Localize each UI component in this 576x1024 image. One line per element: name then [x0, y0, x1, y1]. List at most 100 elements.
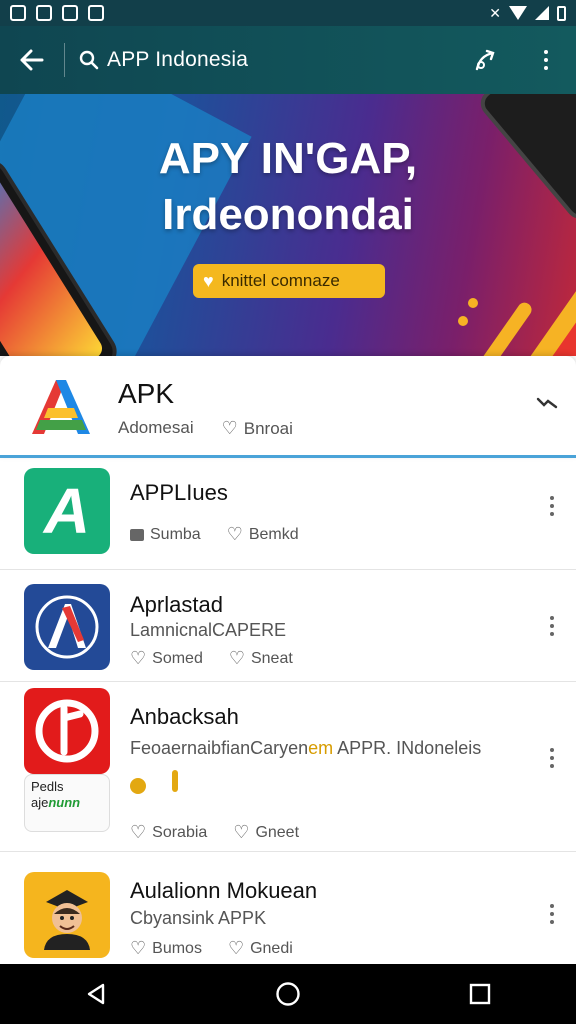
nav-home-button[interactable]: [258, 964, 318, 1024]
subtitle-main: FeoaernaibfianCaryen: [130, 738, 309, 758]
heart-outline-icon: ♡: [130, 938, 147, 958]
tag-icon: [130, 528, 144, 541]
overflow-menu-button[interactable]: [516, 26, 576, 94]
app-subtitle: Cbyansink APPK: [130, 908, 267, 928]
avatar-icon: [24, 872, 110, 958]
app-list: A APPLIues Sumba ♡ Bemkd Aprlastad Lamnic…: [0, 458, 576, 972]
more-vert-icon: [550, 904, 554, 924]
featured-meta-right-wrap: ♡ Bnroai: [222, 418, 293, 439]
app-icon: A: [24, 468, 110, 554]
item-more-button[interactable]: [550, 496, 554, 516]
home-circle-icon: [276, 982, 300, 1006]
app-icon: [24, 584, 110, 670]
recents-square-icon: [469, 983, 491, 1005]
heart-outline-icon: ♡: [233, 822, 250, 842]
subtitle-tail: APPR. INdoneleis: [337, 738, 482, 758]
app-icon: [24, 688, 110, 774]
expand-button[interactable]: [536, 392, 558, 415]
system-nav-bar: [0, 964, 576, 1024]
notification-icon: [62, 5, 78, 21]
back-button[interactable]: [0, 26, 64, 94]
featured-meta: Adomesai ♡ Bnroai: [118, 418, 293, 439]
meta-left: Sumba: [150, 525, 201, 543]
letter-a-icon: A: [24, 468, 110, 554]
search-field[interactable]: APP Indonesia: [65, 26, 456, 94]
featured-title: APK: [118, 378, 175, 409]
back-triangle-icon: [87, 983, 105, 1005]
marker-icon: [172, 770, 178, 792]
heart-outline-icon: ♡: [226, 524, 243, 544]
featured-meta-right: Bnroai: [243, 418, 293, 438]
sticker-line2-a: aje: [31, 795, 49, 810]
sticker-line1: Pedls: [31, 779, 64, 794]
app-title: Aprlastad: [130, 592, 223, 617]
item-more-button[interactable]: [550, 904, 554, 924]
search-query: APP Indonesia: [107, 48, 249, 71]
promo-sticker: Pedls ajenunn: [24, 774, 110, 832]
list-item[interactable]: A APPLIues Sumba ♡ Bemkd: [0, 458, 576, 570]
list-item[interactable]: Aprlastad LamnicnalCAPERE ♡ Somed ♡ Sneat: [0, 570, 576, 682]
notification-icon: [36, 5, 52, 21]
app-icon: [24, 872, 110, 958]
signal-icon: [535, 6, 549, 20]
trend-icon: [536, 397, 558, 409]
status-bar: ✕: [0, 0, 576, 26]
featured-app-card[interactable]: APK Adomesai ♡ Bnroai: [0, 356, 576, 458]
app-title: Anbacksah: [130, 704, 239, 729]
meta-right: Sneat: [250, 649, 293, 667]
meta-left: Somed: [152, 649, 203, 667]
app-meta: ♡ Sorabia ♡ Gneet: [130, 822, 299, 843]
letter-a-logo-icon: [24, 584, 110, 670]
banner-decoration: [459, 299, 535, 356]
heart-outline-icon: ♡: [221, 418, 238, 438]
banner-cta-label: knittel comnaze: [221, 271, 340, 290]
subtitle-highlight: em: [308, 738, 334, 758]
battery-icon: [557, 5, 566, 21]
app-title: APPLIues: [130, 480, 228, 505]
featured-meta-left: Adomesai: [118, 418, 194, 437]
promo-banner[interactable]: APY IN'GAP, Irdeonondai ♥ knittel comnaz…: [0, 94, 576, 356]
heart-outline-icon: ♡: [130, 822, 147, 842]
vibrate-icon: ✕: [489, 4, 501, 21]
heart-outline-icon: ♡: [130, 648, 147, 668]
app-bar: APP Indonesia: [0, 26, 576, 94]
app-meta: Sumba ♡ Bemkd: [130, 524, 299, 545]
app-meta: ♡ Bumos ♡ Gnedi: [130, 938, 293, 959]
meta-right: Bemkd: [248, 525, 299, 543]
nav-back-button[interactable]: [66, 964, 126, 1024]
app-logo-icon: [32, 380, 90, 434]
banner-cta-button[interactable]: ♥ knittel comnaze: [193, 264, 385, 298]
banner-decoration: [468, 298, 478, 308]
nav-recents-button[interactable]: [450, 964, 510, 1024]
app-subtitle: FeoaernaibfianCaryenem APPR. INdoneleis: [130, 738, 481, 759]
app-title: Aulalionn Mokuean: [130, 878, 318, 903]
item-more-button[interactable]: [550, 748, 554, 768]
banner-title-line2: Irdeonondai: [162, 190, 414, 239]
meta-right: Gneet: [255, 823, 300, 841]
notification-icons: [10, 5, 104, 21]
more-vert-icon: [550, 616, 554, 636]
coin-icon: [130, 778, 146, 794]
meta-left: Sorabia: [152, 823, 208, 841]
system-icons: ✕: [489, 5, 566, 22]
notification-icon: [10, 5, 26, 21]
app-meta: ♡ Somed ♡ Sneat: [130, 648, 293, 669]
list-item[interactable]: Pedls ajenunn Anbacksah FeoaernaibfianCa…: [0, 682, 576, 852]
share-button[interactable]: [456, 26, 516, 94]
heart-icon: ♥: [203, 270, 214, 291]
banner-title-line1: APY IN'GAP,: [158, 134, 418, 183]
list-item[interactable]: Aulalionn Mokuean Cbyansink APPK ♡ Bumos …: [0, 852, 576, 972]
search-icon: [79, 50, 99, 70]
item-more-button[interactable]: [550, 616, 554, 636]
sticker-line2-b: nunn: [48, 795, 81, 810]
red-logo-icon: [24, 688, 110, 774]
share-icon: [475, 49, 495, 71]
wifi-icon: [509, 6, 527, 20]
banner-decoration: [458, 316, 468, 326]
meta-right: Gnedi: [250, 939, 293, 957]
more-vert-icon: [550, 748, 554, 768]
notification-icon: [88, 5, 104, 21]
app-subtitle: LamnicnalCAPERE: [130, 620, 287, 640]
heart-outline-icon: ♡: [228, 648, 245, 668]
sticker-line2: ajenunn: [31, 795, 103, 811]
